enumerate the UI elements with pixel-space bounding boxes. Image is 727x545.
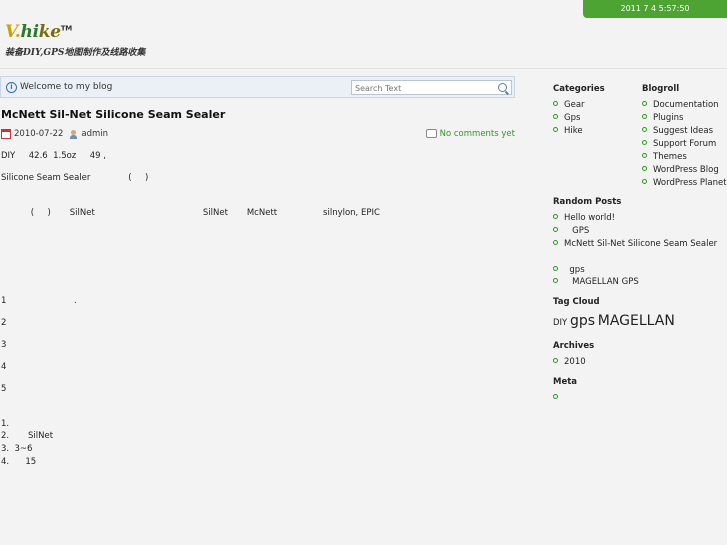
post-title[interactable]: McNett Sil-Net Silicone Seam Sealer	[1, 108, 225, 121]
comments-label: No comments yet	[439, 129, 515, 139]
post-line: Silicone Seam Sealer ( )	[1, 173, 149, 183]
post-line: 3	[1, 340, 7, 350]
random-post-item[interactable]: Hello world!	[553, 213, 615, 223]
category-item[interactable]: Hike	[553, 126, 583, 136]
blogroll-item[interactable]: WordPress Blog	[642, 165, 719, 175]
archive-item[interactable]: 2010	[553, 357, 586, 367]
archives-title: Archives	[553, 341, 595, 351]
blogroll-item[interactable]: Themes	[642, 152, 687, 162]
post-line: ( ) SilNet SilNet McNett silnylon, EPIC	[1, 208, 380, 218]
meta-title: Meta	[553, 377, 578, 387]
bullet-icon	[553, 278, 558, 283]
bullet-icon	[642, 101, 647, 106]
bullet-icon	[553, 214, 558, 219]
datetime-bar: 2011 7 4 5:57:50	[583, 0, 727, 18]
site-tagline: 装备DIY,GPS地图制作及线路收集	[5, 48, 146, 58]
comments-link[interactable]: No comments yet	[425, 129, 515, 139]
bullet-icon	[642, 114, 647, 119]
blogroll-item[interactable]: Plugins	[642, 113, 683, 123]
blogroll-title: Blogroll	[642, 84, 680, 94]
tag-cloud: DIY gps MAGELLAN	[553, 313, 675, 329]
post-list-item[interactable]: gps	[553, 265, 585, 275]
random-post-item[interactable]: GPS	[553, 226, 589, 236]
category-item[interactable]: Gps	[553, 113, 580, 123]
welcome-bar: i Welcome to my blog	[0, 76, 515, 98]
bullet-icon	[553, 240, 558, 245]
logo-mark: V.hikeTM	[5, 22, 72, 42]
bullet-icon	[553, 127, 558, 132]
user-icon	[69, 129, 78, 139]
random-post-item[interactable]: McNett Sil-Net Silicone Seam Sealer	[553, 239, 717, 249]
blogroll-item[interactable]: Documentation	[642, 100, 719, 110]
header-divider	[0, 68, 727, 69]
tag-cloud-title: Tag Cloud	[553, 297, 600, 307]
tag-link[interactable]: MAGELLAN	[598, 313, 675, 329]
post-line: 4. 15	[1, 457, 37, 467]
welcome-text: Welcome to my blog	[20, 82, 113, 92]
bullet-icon	[642, 153, 647, 158]
post-date: 2010-07-22	[14, 129, 64, 139]
random-posts-title: Random Posts	[553, 197, 622, 207]
bullet-icon	[553, 266, 558, 271]
post-line: 1 .	[1, 296, 77, 306]
post-line: 1.	[1, 419, 10, 429]
tag-link[interactable]: DIY	[553, 318, 567, 328]
bullet-icon	[642, 140, 647, 145]
post-meta: 2010-07-22 admin	[1, 129, 108, 140]
post-line: 4	[1, 362, 7, 372]
post-line: 5	[1, 384, 7, 394]
post-line: 2. SilNet	[1, 431, 54, 441]
post-line: DIY 42.6 1.5oz 49 ,	[1, 151, 106, 161]
bullet-icon	[553, 227, 558, 232]
bullet-icon	[553, 114, 558, 119]
bullet-icon	[642, 179, 647, 184]
info-icon: i	[6, 82, 17, 93]
bullet-icon	[553, 394, 558, 399]
category-item[interactable]: Gear	[553, 100, 585, 110]
search-icon[interactable]	[498, 83, 507, 92]
blogroll-item[interactable]: Support Forum	[642, 139, 716, 149]
site-logo[interactable]: V.hikeTM 装备DIY,GPS地图制作及线路收集	[5, 22, 145, 58]
meta-item[interactable]	[553, 393, 564, 403]
post-line: 3. 3~6	[1, 444, 33, 454]
search-input[interactable]	[352, 82, 495, 94]
search-box	[351, 80, 512, 95]
post-list-item[interactable]: MAGELLAN GPS	[553, 277, 639, 287]
blogroll-item[interactable]: Suggest Ideas	[642, 126, 713, 136]
bullet-icon	[553, 358, 558, 363]
bullet-icon	[642, 127, 647, 132]
bullet-icon	[642, 166, 647, 171]
blogroll-item[interactable]: WordPress Planet	[642, 178, 727, 188]
calendar-icon	[1, 129, 11, 139]
categories-title: Categories	[553, 84, 605, 94]
post-author[interactable]: admin	[81, 129, 108, 139]
comment-bubble-icon	[425, 129, 437, 138]
bullet-icon	[553, 101, 558, 106]
post-line: 2	[1, 318, 7, 328]
tag-link[interactable]: gps	[570, 313, 595, 329]
